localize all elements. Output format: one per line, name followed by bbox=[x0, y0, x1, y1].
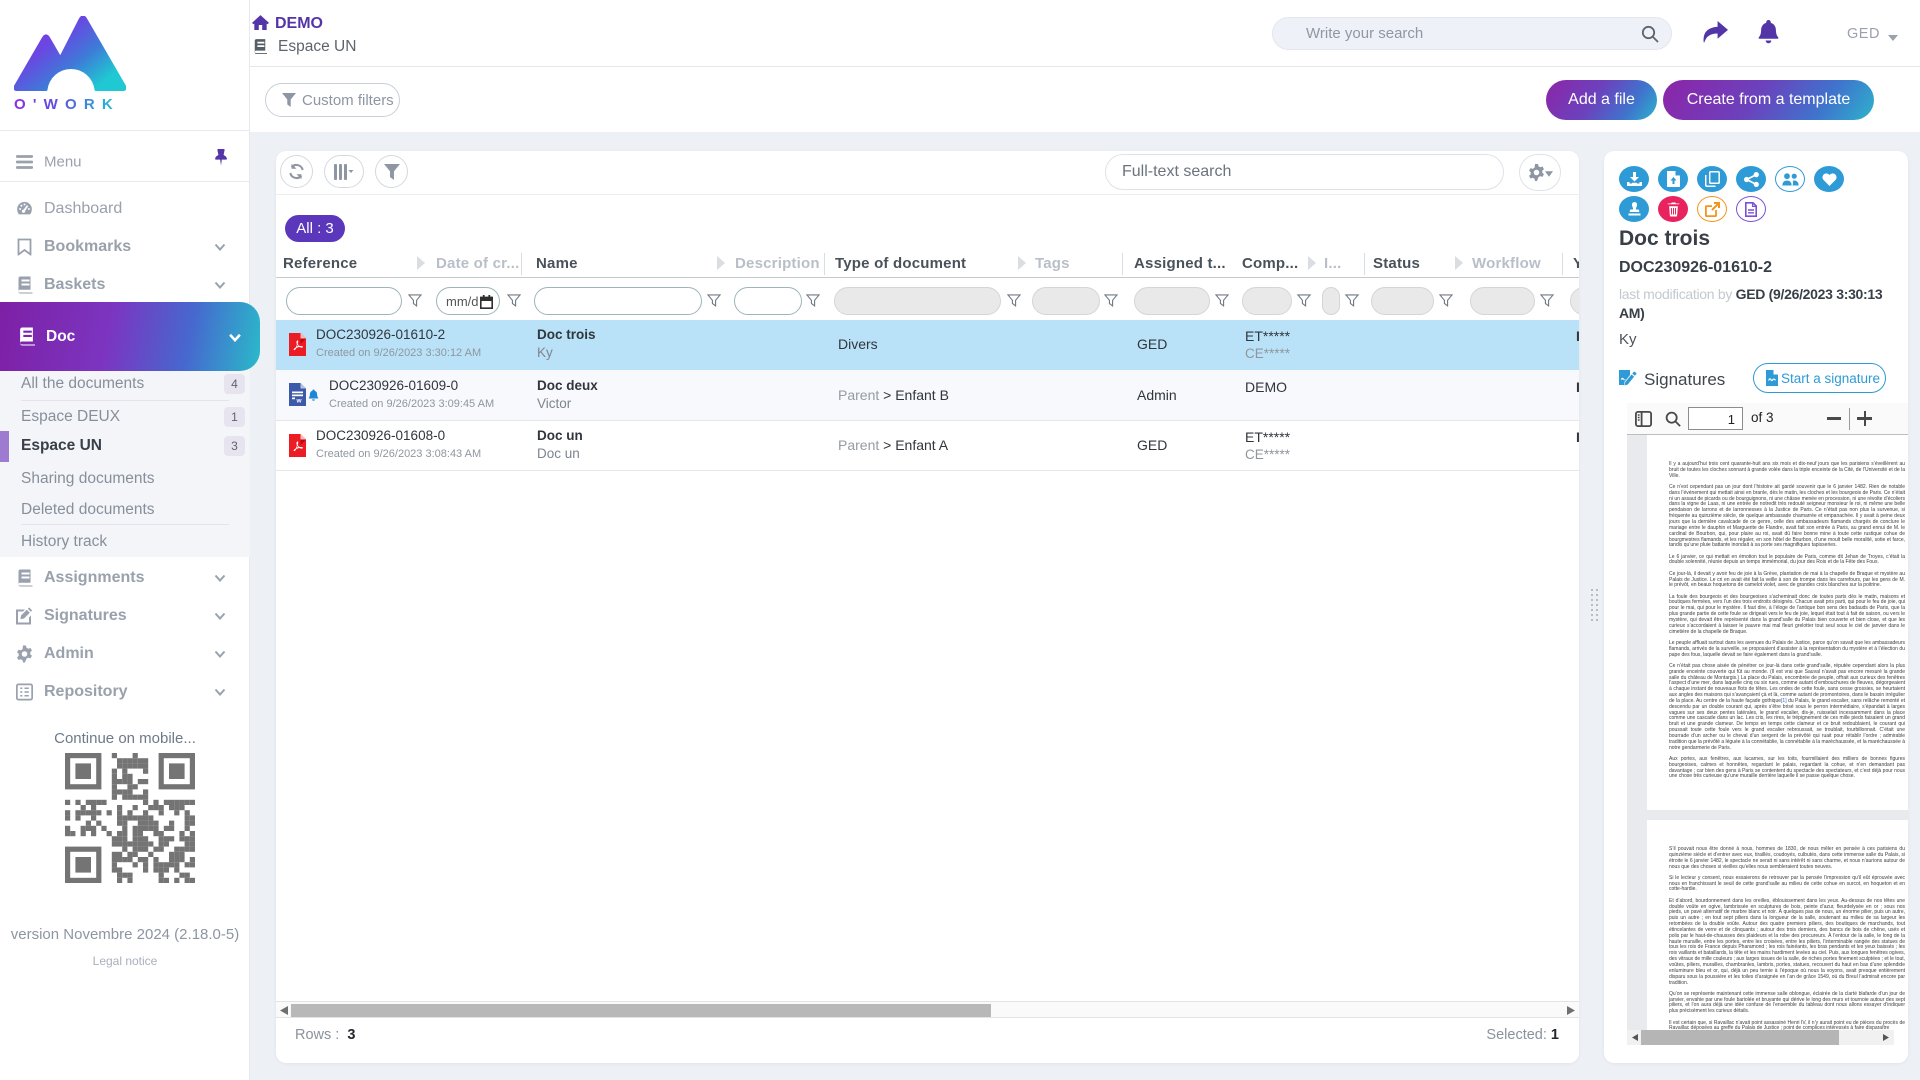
svg-text:w: w bbox=[296, 398, 303, 405]
svg-text:O'WORK: O'WORK bbox=[14, 96, 120, 112]
